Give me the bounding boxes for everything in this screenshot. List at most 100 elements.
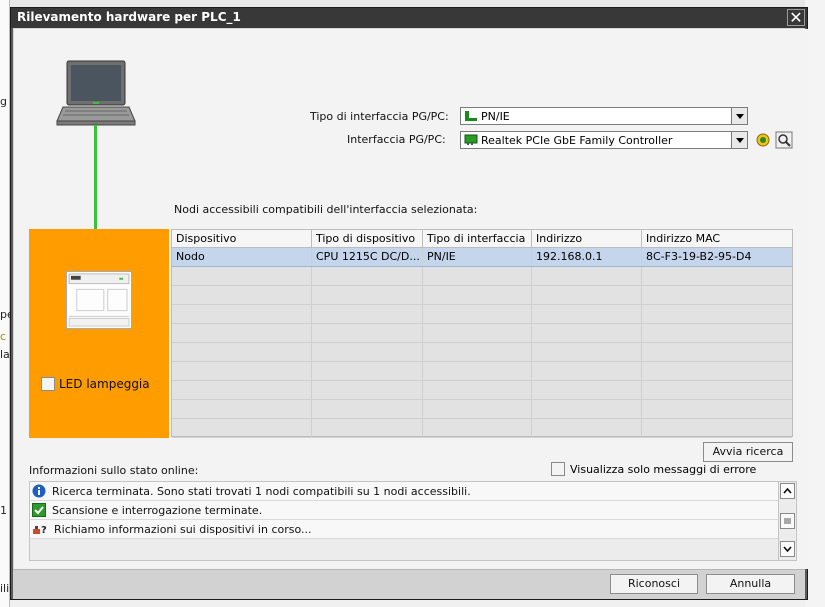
table-row[interactable] (172, 343, 792, 362)
cell-device-type: CPU 1215C DC/D... (312, 248, 423, 266)
background-app-left-panel: g pe c la 1 ili (0, 0, 14, 607)
table-cell (423, 305, 532, 323)
table-cell (423, 267, 532, 285)
accessible-nodes-label: Nodi accessibili compatibili dell'interf… (174, 203, 478, 216)
close-button[interactable]: ✕ (787, 9, 805, 26)
network-port-icon (465, 111, 477, 121)
table-cell (312, 400, 423, 418)
chevron-down-icon[interactable] (731, 108, 747, 124)
interface-label: Interfaccia PG/PC: (347, 133, 446, 146)
background-text-fragment: la (0, 348, 10, 361)
table-cell (642, 381, 792, 399)
column-header-device[interactable]: Dispositivo (172, 230, 312, 247)
properties-icon[interactable] (775, 131, 793, 149)
table-row[interactable] (172, 419, 792, 438)
table-row[interactable] (172, 381, 792, 400)
background-app-right-panel (805, 0, 825, 607)
cancel-button[interactable]: Annulla (706, 574, 795, 594)
scroll-thumb[interactable] (780, 513, 795, 529)
table-cell (423, 324, 532, 342)
table-row[interactable] (172, 267, 792, 286)
table-cell (532, 324, 642, 342)
scroll-up-button[interactable] (780, 483, 795, 499)
table-cell (172, 286, 312, 304)
interface-type-value: PN/IE (481, 110, 510, 123)
interface-type-label: Tipo di interfaccia PG/PC: (310, 110, 449, 123)
table-cell (172, 419, 312, 437)
background-text-fragment: c (0, 330, 7, 343)
table-row[interactable] (172, 286, 792, 305)
table-cell (172, 381, 312, 399)
dialog-body: Tipo di interfaccia PG/PC: PN/IE Interfa… (13, 28, 808, 599)
content-panel: Tipo di interfaccia PG/PC: PN/IE Interfa… (14, 29, 808, 569)
table-cell (642, 400, 792, 418)
start-search-button[interactable]: Avvia ricerca (703, 442, 793, 462)
column-header-device-type[interactable]: Tipo di dispositivo (312, 230, 423, 247)
error-filter-checkbox[interactable] (551, 462, 565, 476)
chevron-down-icon (783, 546, 792, 553)
cell-device: Nodo (172, 248, 312, 266)
hardware-detection-dialog: Rilevamento hardware per PLC_1 ✕ Tipo di… (10, 7, 808, 600)
check-icon (32, 503, 46, 517)
table-cell (312, 381, 423, 399)
log-entry-text: Scansione e interrogazione terminate. (52, 503, 263, 517)
table-cell (532, 343, 642, 361)
plc-device-icon (66, 271, 132, 329)
error-filter-option[interactable]: Visualizza solo messaggi di errore (551, 462, 756, 476)
table-row[interactable]: Nodo CPU 1215C DC/D... PN/IE 192.168.0.1… (172, 248, 792, 267)
interface-select[interactable]: Realtek PCIe GbE Family Controller (460, 131, 748, 149)
log-entry: Ricerca terminata. Sono stati trovati 1 … (30, 482, 778, 501)
connection-status-icon[interactable] (754, 131, 772, 149)
log-scrollbar[interactable] (778, 482, 796, 560)
background-text-fragment: 1 (0, 504, 7, 517)
led-flash-option[interactable]: LED lampeggia (41, 377, 150, 391)
log-entry: Scansione e interrogazione terminate. (30, 501, 778, 520)
table-cell (312, 267, 423, 285)
table-cell (532, 381, 642, 399)
table-cell (642, 362, 792, 380)
interface-type-select[interactable]: PN/IE (460, 107, 748, 125)
cell-mac-address: 8C-F3-19-B2-95-D4 (646, 250, 752, 263)
chevron-down-icon[interactable] (731, 132, 747, 148)
status-log: Ricerca terminata. Sono stati trovati 1 … (29, 481, 797, 561)
table-row[interactable] (172, 324, 792, 343)
error-filter-label: Visualizza solo messaggi di errore (570, 462, 757, 476)
table-cell (312, 305, 423, 323)
table-cell (642, 267, 792, 285)
table-cell (532, 400, 642, 418)
table-cell (172, 362, 312, 380)
led-flash-checkbox[interactable] (41, 377, 55, 391)
table-cell (423, 286, 532, 304)
background-text-fragment: ili (0, 582, 10, 595)
column-header-interface-type[interactable]: Tipo di interfaccia (423, 230, 532, 247)
online-status-label: Informazioni sullo stato online: (29, 464, 199, 477)
table-cell (172, 267, 312, 285)
column-header-address[interactable]: Indirizzo (532, 230, 642, 247)
table-row[interactable] (172, 305, 792, 324)
confirm-button[interactable]: Riconosci (610, 574, 698, 594)
cell-interface-type: PN/IE (423, 248, 532, 266)
target-device-area: LED lampeggia (29, 229, 169, 438)
table-cell (312, 286, 423, 304)
background-text-fragment: g (0, 95, 7, 108)
table-cell (312, 324, 423, 342)
table-cell (642, 305, 792, 323)
table-row[interactable] (172, 362, 792, 381)
info-icon (32, 484, 46, 498)
grip-icon (784, 518, 791, 524)
log-entry: ? Richiamo informazioni sui dispositivi … (30, 520, 778, 539)
table-cell (423, 343, 532, 361)
query-device-icon: ? (33, 525, 47, 536)
column-header-mac-address[interactable]: Indirizzo MAC (642, 230, 792, 247)
log-entry-text: Ricerca terminata. Sono stati trovati 1 … (52, 484, 471, 498)
pg-pc-computer-icon (56, 60, 136, 126)
scroll-down-button[interactable] (780, 541, 795, 557)
table-cell (423, 419, 532, 437)
table-cell (423, 362, 532, 380)
table-cell (423, 400, 532, 418)
table-cell (532, 305, 642, 323)
table-cell (312, 343, 423, 361)
dialog-footer: Riconosci Annulla (13, 569, 805, 599)
table-row[interactable] (172, 400, 792, 419)
table-cell (172, 343, 312, 361)
